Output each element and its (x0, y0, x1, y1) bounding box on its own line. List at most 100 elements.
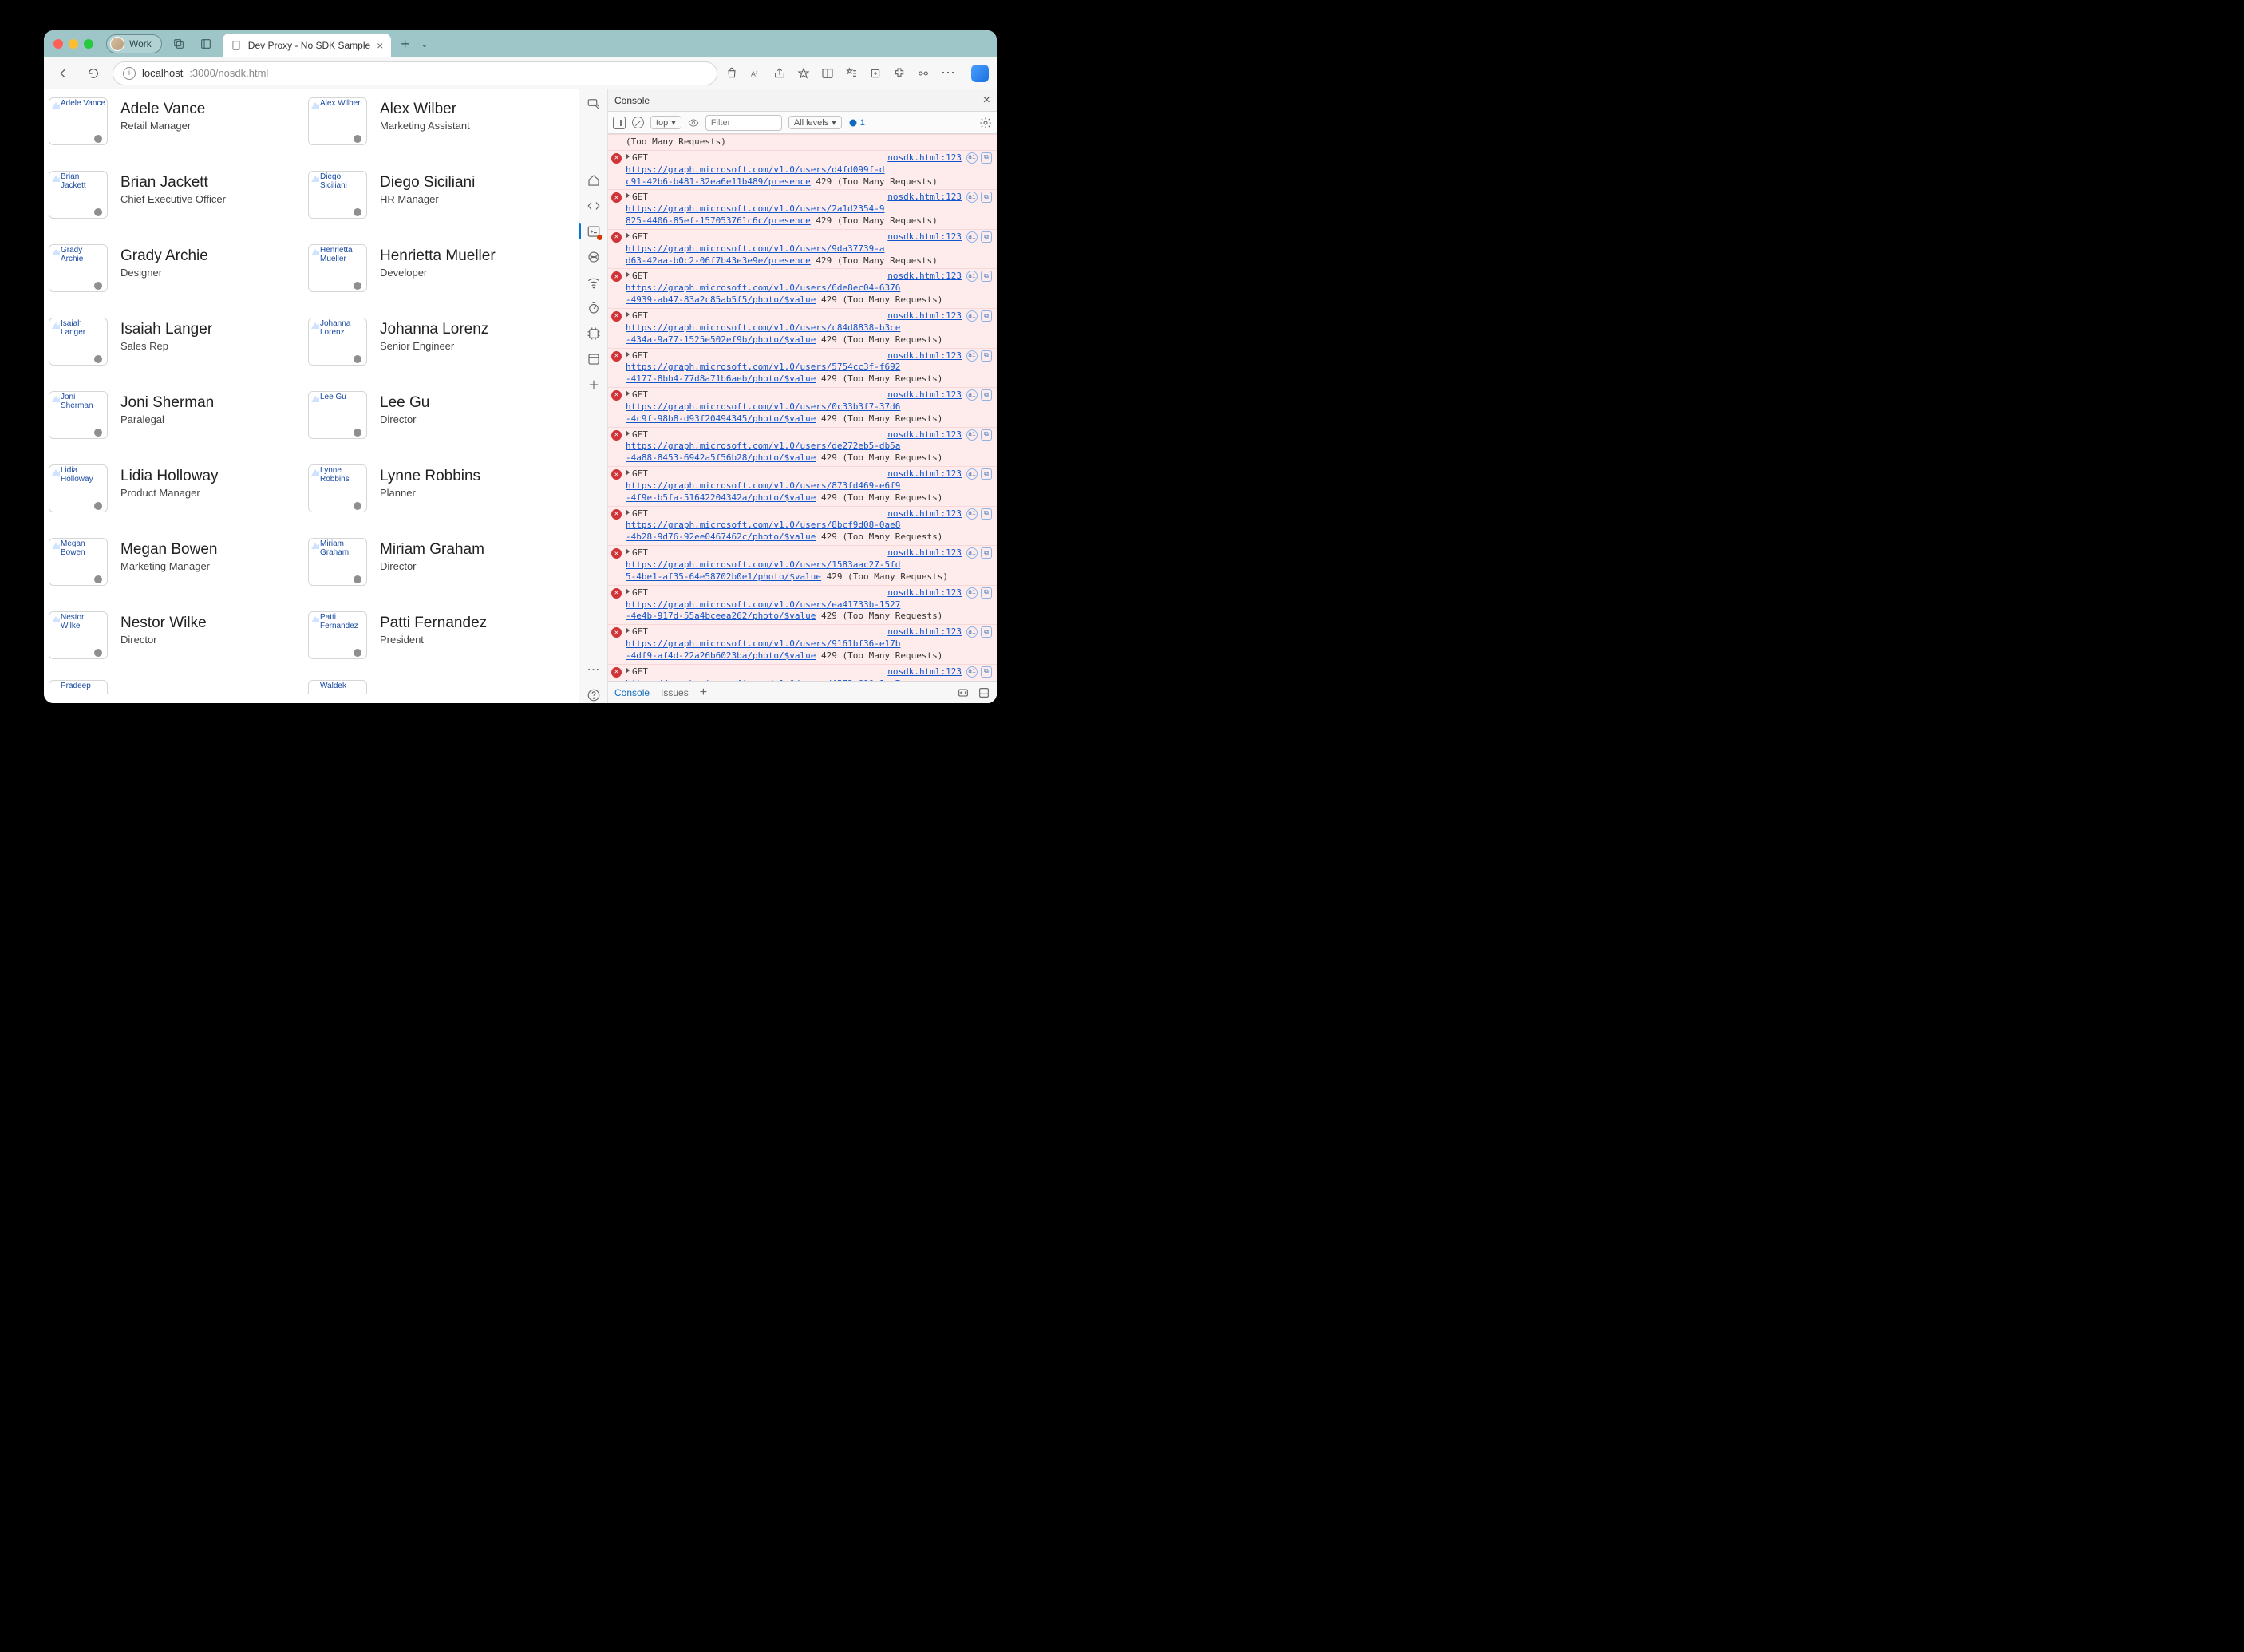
share-icon[interactable] (773, 67, 786, 80)
drawer-dock-icon[interactable] (978, 686, 990, 699)
console-error-row[interactable]: ✕ aı⧉ nosdk.html:123 GET https://graph.m… (608, 545, 997, 585)
copy-icon[interactable]: ⧉ (981, 152, 992, 164)
ai-explain-icon[interactable]: aı (966, 468, 978, 480)
console-error-row[interactable]: ✕ aı⧉ nosdk.html:123 GET https://graph.m… (608, 387, 997, 427)
console-error-row[interactable]: ✕ aı⧉ nosdk.html:123 GET https://graph.m… (608, 348, 997, 388)
console-error-row[interactable]: ✕ aı⧉ nosdk.html:123 GET https://graph.m… (608, 466, 997, 506)
copy-icon[interactable]: ⧉ (981, 429, 992, 441)
source-link[interactable]: nosdk.html:123 (887, 547, 962, 559)
execution-context[interactable]: top▾ (650, 116, 681, 129)
copy-icon[interactable]: ⧉ (981, 192, 992, 203)
browser-tab[interactable]: Dev Proxy - No SDK Sample × (223, 34, 392, 57)
copy-icon[interactable]: ⧉ (981, 547, 992, 559)
copy-icon[interactable]: ⧉ (981, 626, 992, 638)
source-link[interactable]: nosdk.html:123 (887, 310, 962, 322)
shopping-icon[interactable] (725, 67, 738, 80)
more-menu-icon[interactable]: ⋯ (941, 65, 955, 81)
drawer-issues-tab[interactable]: Issues (661, 687, 689, 698)
console-error-row[interactable]: ✕ aı⧉ nosdk.html:123 GET https://graph.m… (608, 506, 997, 546)
maximize-window-button[interactable] (84, 39, 93, 49)
elements-icon[interactable] (586, 198, 602, 214)
copy-icon[interactable]: ⧉ (981, 350, 992, 362)
favorites-list-icon[interactable] (845, 67, 858, 80)
copy-icon[interactable]: ⧉ (981, 310, 992, 322)
source-link[interactable]: nosdk.html:123 (887, 350, 962, 362)
welcome-icon[interactable] (586, 172, 602, 188)
console-tool-icon[interactable] (586, 223, 602, 239)
ai-explain-icon[interactable]: aı (966, 152, 978, 164)
split-screen-icon[interactable] (821, 67, 834, 80)
drawer-add-tab[interactable]: + (700, 686, 707, 700)
console-error-row[interactable]: ✕ aı⧉ nosdk.html:123 GET https://graph.m… (608, 268, 997, 308)
copy-icon[interactable]: ⧉ (981, 468, 992, 480)
copy-icon[interactable]: ⧉ (981, 508, 992, 520)
source-link[interactable]: nosdk.html:123 (887, 152, 962, 164)
copy-icon[interactable]: ⧉ (981, 389, 992, 401)
copy-icon[interactable]: ⧉ (981, 666, 992, 678)
close-window-button[interactable] (53, 39, 63, 49)
ai-explain-icon[interactable]: aı (966, 192, 978, 203)
read-aloud-icon[interactable]: A⁾ (749, 67, 762, 80)
console-log[interactable]: (Too Many Requests) ✕ aı⧉ nosdk.html:123… (608, 134, 997, 681)
network-icon[interactable] (586, 275, 602, 290)
log-levels[interactable]: All levels▾ (788, 116, 842, 129)
ai-explain-icon[interactable]: aı (966, 547, 978, 559)
source-link[interactable]: nosdk.html:123 (887, 231, 962, 243)
console-error-row[interactable]: ✕ aı⧉ nosdk.html:123 GET https://graph.m… (608, 189, 997, 229)
source-link[interactable]: nosdk.html:123 (887, 389, 962, 401)
profile-chip[interactable]: Work (106, 34, 162, 53)
issues-indicator[interactable]: 1 (848, 118, 865, 128)
filter-input[interactable] (705, 115, 782, 131)
drawer-errors-icon[interactable] (957, 686, 970, 699)
toggle-sidebar-icon[interactable] (613, 117, 626, 129)
site-info-icon[interactable]: i (123, 67, 136, 80)
console-error-row[interactable]: ✕ aı⧉ nosdk.html:123 GET https://graph.m… (608, 150, 997, 190)
source-link[interactable]: nosdk.html:123 (887, 666, 962, 678)
console-error-row[interactable]: ✕ aı⧉ nosdk.html:123 GET https://graph.m… (608, 585, 997, 625)
devtools-close-button[interactable]: × (983, 93, 990, 108)
ai-explain-icon[interactable]: aı (966, 508, 978, 520)
memory-icon[interactable] (586, 326, 602, 342)
performance-tool-icon[interactable] (586, 300, 602, 316)
ai-explain-icon[interactable]: aı (966, 310, 978, 322)
source-link[interactable]: nosdk.html:123 (887, 508, 962, 520)
favorite-icon[interactable] (797, 67, 810, 80)
request-url[interactable]: https://graph.microsoft.com/v1.0/users/f… (626, 678, 900, 681)
copilot-icon[interactable] (971, 65, 989, 82)
source-link[interactable]: nosdk.html:123 (887, 626, 962, 638)
address-bar[interactable]: i localhost:3000/nosdk.html (113, 61, 717, 85)
refresh-button[interactable] (82, 62, 105, 85)
ai-explain-icon[interactable]: aı (966, 666, 978, 678)
ai-explain-icon[interactable]: aı (966, 271, 978, 282)
performance-icon[interactable] (917, 67, 930, 80)
ai-explain-icon[interactable]: aı (966, 389, 978, 401)
inspect-icon[interactable] (586, 96, 602, 112)
source-link[interactable]: nosdk.html:123 (887, 429, 962, 441)
source-link[interactable]: nosdk.html:123 (887, 468, 962, 480)
vertical-tabs-icon[interactable] (196, 34, 216, 54)
ai-explain-icon[interactable]: aı (966, 587, 978, 599)
source-link[interactable]: nosdk.html:123 (887, 192, 962, 204)
copy-icon[interactable]: ⧉ (981, 271, 992, 282)
source-link[interactable]: nosdk.html:123 (887, 271, 962, 283)
ai-explain-icon[interactable]: aı (966, 231, 978, 243)
console-error-row[interactable]: ✕ aı⧉ nosdk.html:123 GET https://graph.m… (608, 664, 997, 681)
live-expression-icon[interactable] (688, 117, 699, 128)
ai-explain-icon[interactable]: aı (966, 350, 978, 362)
console-error-row[interactable]: ✕ aı⧉ nosdk.html:123 GET https://graph.m… (608, 427, 997, 467)
overflow-icon[interactable]: ⋯ (586, 662, 602, 678)
source-link[interactable]: nosdk.html:123 (887, 587, 962, 599)
copy-icon[interactable]: ⧉ (981, 587, 992, 599)
more-tools-icon[interactable] (586, 377, 602, 393)
drawer-console-tab[interactable]: Console (614, 687, 650, 698)
workspaces-icon[interactable] (168, 34, 189, 54)
ai-explain-icon[interactable]: aı (966, 626, 978, 638)
clear-console-icon[interactable] (632, 117, 644, 128)
collections-icon[interactable] (869, 67, 882, 80)
console-settings-icon[interactable] (979, 117, 992, 129)
console-error-row[interactable]: ✕ aı⧉ nosdk.html:123 GET https://graph.m… (608, 229, 997, 269)
tab-actions-chevron-icon[interactable]: ⌄ (421, 38, 429, 49)
new-tab-button[interactable]: + (401, 36, 409, 53)
copy-icon[interactable]: ⧉ (981, 231, 992, 243)
console-error-row[interactable]: ✕ aı⧉ nosdk.html:123 GET https://graph.m… (608, 308, 997, 348)
